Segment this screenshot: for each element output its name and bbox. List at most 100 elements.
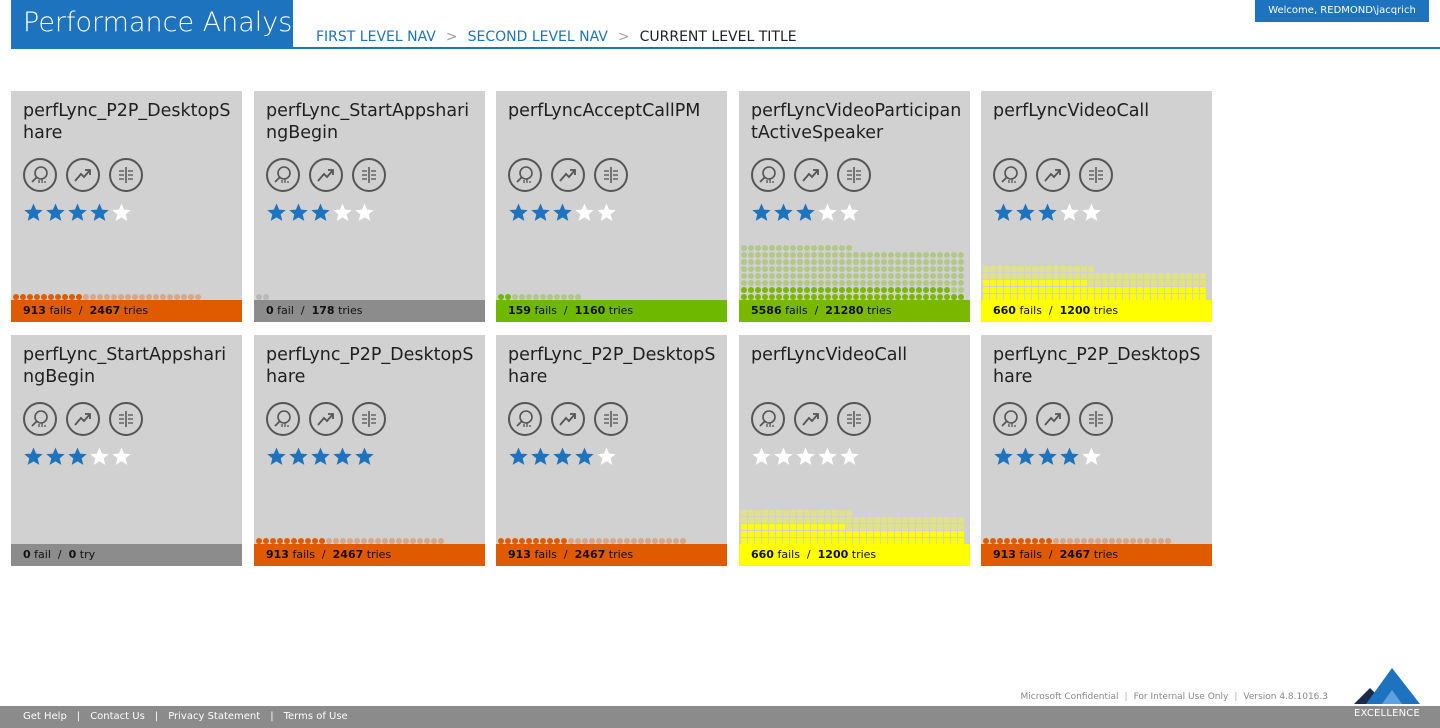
result-dot [944, 524, 950, 530]
footer-link-terms[interactable]: Terms of Use [284, 711, 348, 722]
result-dot [895, 287, 901, 293]
result-dot [874, 259, 880, 265]
analyze-icon[interactable] [23, 158, 57, 192]
result-dot [1144, 273, 1150, 279]
trend-icon[interactable] [309, 402, 343, 436]
compare-icon[interactable] [594, 158, 628, 192]
result-dot [888, 273, 894, 279]
result-dot [804, 531, 810, 537]
trend-icon[interactable] [309, 158, 343, 192]
breadcrumb-second-level[interactable]: SECOND LEVEL NAV [468, 29, 608, 45]
trend-icon[interactable] [1036, 158, 1070, 192]
logo-text: EXCELLENCE [1354, 708, 1420, 719]
test-tile[interactable]: perfLyncVideoCall 660 fails / 1200 tries [981, 91, 1212, 322]
result-dot [1018, 280, 1024, 286]
result-dot [762, 266, 768, 272]
result-dot [951, 252, 957, 258]
result-dot [1179, 273, 1185, 279]
result-dot [804, 252, 810, 258]
fail-count: 0 [266, 304, 274, 317]
star-empty-icon [752, 447, 771, 465]
result-dot [1004, 280, 1010, 286]
test-tile[interactable]: perfLyncVideoParticipantActiveSpeaker 558… [739, 91, 970, 322]
result-dot [818, 252, 824, 258]
analyze-icon[interactable] [508, 402, 542, 436]
result-dot [1011, 266, 1017, 272]
trend-icon[interactable] [1036, 402, 1070, 436]
compare-icon[interactable] [109, 402, 143, 436]
fail-label: fails [1019, 304, 1042, 317]
footer-link-get-help[interactable]: Get Help [23, 711, 67, 722]
test-tile[interactable]: perfLync_P2P_DesktopShare 913 fails / 246… [496, 335, 727, 566]
result-dot [895, 280, 901, 286]
trend-icon[interactable] [794, 402, 828, 436]
result-dot [916, 524, 922, 530]
result-dot [769, 252, 775, 258]
tile-actions [508, 158, 628, 192]
compare-icon[interactable] [594, 402, 628, 436]
trend-icon[interactable] [551, 158, 585, 192]
result-dot [1151, 280, 1157, 286]
trend-icon[interactable] [794, 158, 828, 192]
analyze-icon[interactable] [23, 402, 57, 436]
result-dot [853, 266, 859, 272]
result-dot [839, 524, 845, 530]
result-dot [1102, 287, 1108, 293]
welcome-user-badge[interactable]: Welcome, REDMOND\jacqrich [1255, 0, 1429, 22]
test-tile[interactable]: perfLyncVideoCall 660 fails / 1200 tries [739, 335, 970, 566]
compare-icon[interactable] [837, 158, 871, 192]
result-dot [1165, 287, 1171, 293]
analyze-icon[interactable] [266, 158, 300, 192]
result-dot [804, 266, 810, 272]
analyze-icon[interactable] [993, 402, 1027, 436]
compare-icon[interactable] [1079, 402, 1113, 436]
trend-icon[interactable] [551, 402, 585, 436]
breadcrumb-first-level[interactable]: FIRST LEVEL NAV [316, 29, 436, 45]
test-tile[interactable]: perfLync_StartAppsharingBegin 0 fail / 0 … [11, 335, 242, 566]
test-tile[interactable]: perfLyncAcceptCallPM 159 fails / 1160 tri… [496, 91, 727, 322]
result-dot [839, 280, 845, 286]
test-tile[interactable]: perfLync_P2P_DesktopShare 913 fails / 246… [11, 91, 242, 322]
result-dot [755, 280, 761, 286]
compare-icon[interactable] [109, 158, 143, 192]
footer-link-contact-us[interactable]: Contact Us [90, 711, 145, 722]
result-dot [741, 510, 747, 516]
fail-tries-status-bar: 913 fails / 2467 tries [981, 544, 1212, 566]
result-dot [895, 531, 901, 537]
result-dot [860, 259, 866, 265]
analyze-icon[interactable] [751, 402, 785, 436]
result-dot [769, 280, 775, 286]
version-label: Version 4.8.1016.3 [1243, 692, 1328, 702]
result-dot [741, 517, 747, 523]
test-tile[interactable]: perfLync_P2P_DesktopShare 913 fails / 246… [254, 335, 485, 566]
result-dot [776, 259, 782, 265]
compare-icon[interactable] [1079, 158, 1113, 192]
fail-tries-status-bar: 660 fails / 1200 tries [981, 300, 1212, 322]
result-dot [846, 510, 852, 516]
result-dot [1088, 287, 1094, 293]
compare-icon[interactable] [352, 158, 386, 192]
result-dot [839, 245, 845, 251]
result-dot [797, 524, 803, 530]
test-tile[interactable]: perfLync_P2P_DesktopShare 913 fails / 246… [981, 335, 1212, 566]
star-filled-icon [355, 447, 374, 465]
result-dot [909, 517, 915, 523]
result-dot [958, 287, 964, 293]
result-dot [958, 266, 964, 272]
result-dot [832, 252, 838, 258]
result-dot [1179, 287, 1185, 293]
analyze-icon[interactable] [751, 158, 785, 192]
result-dot [923, 273, 929, 279]
trend-icon[interactable] [66, 158, 100, 192]
result-dot [902, 531, 908, 537]
analyze-icon[interactable] [266, 402, 300, 436]
analyze-icon[interactable] [993, 158, 1027, 192]
test-tile[interactable]: perfLync_StartAppsharingBegin 0 fail / 17… [254, 91, 485, 322]
result-dot [860, 252, 866, 258]
footer-link-privacy[interactable]: Privacy Statement [168, 711, 260, 722]
trend-icon[interactable] [66, 402, 100, 436]
compare-icon[interactable] [352, 402, 386, 436]
compare-icon[interactable] [837, 402, 871, 436]
star-filled-icon [575, 447, 594, 465]
analyze-icon[interactable] [508, 158, 542, 192]
